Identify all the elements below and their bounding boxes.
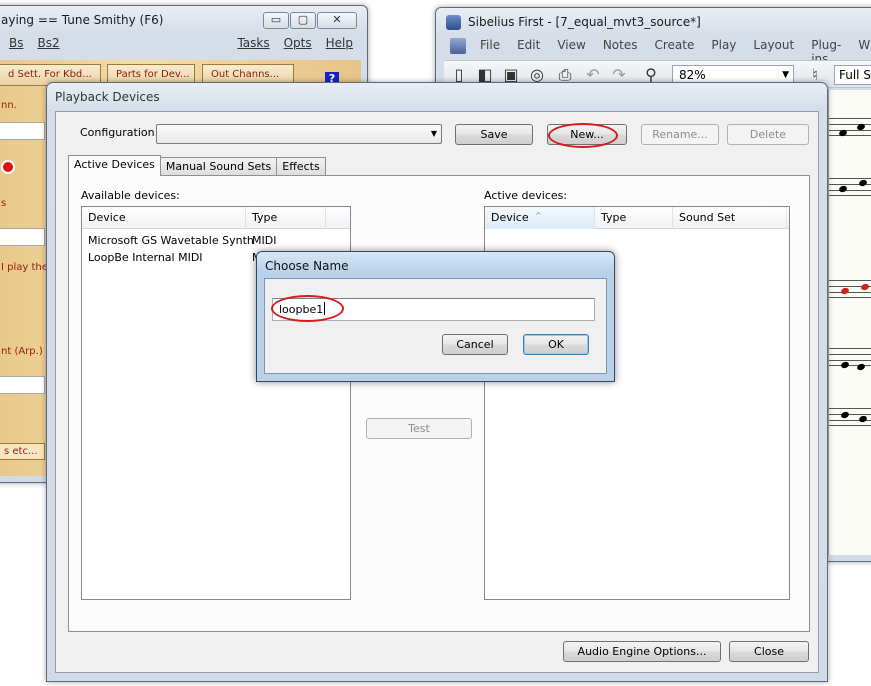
record-indicator-icon [1,160,15,174]
etc-button[interactable]: s etc... [0,443,45,460]
maximize-icon[interactable]: ▢ [290,12,316,29]
test-button[interactable]: Test [366,418,472,439]
column-device[interactable]: Device [82,207,246,229]
name-input[interactable]: loopbe1 [272,298,595,321]
close-icon[interactable]: ✕ [317,12,357,29]
menu-bs[interactable]: Bs [9,36,23,56]
save-button[interactable]: Save [455,124,533,145]
menu-window[interactable]: Window [858,38,871,58]
sibelius-menubar: File Edit View Notes Create Play Layout … [444,38,871,66]
available-devices-header: Device Type [82,207,350,229]
menu-opts[interactable]: Opts [284,36,312,56]
menu-help[interactable]: Help [326,36,353,56]
menu-play[interactable]: Play [711,38,736,58]
text-caret [324,302,326,315]
list-item[interactable]: Microsoft GS Wavetable Synth MIDI [82,232,350,249]
column-sound-set[interactable]: Sound Set [673,207,787,229]
delete-button[interactable]: Delete [727,124,809,145]
active-devices-label: Active devices: [484,189,568,202]
configuration-select[interactable]: ▼ [156,124,442,144]
side-text-3: I play the [1,262,48,273]
tune-smithy-menubar: Bs Bs2 Tasks Opts Help [0,36,367,56]
menu-layout[interactable]: Layout [753,38,794,58]
tab-manual-sound-sets[interactable]: Manual Sound Sets [159,157,278,176]
available-devices-label: Available devices: [81,189,180,202]
active-devices-panel: Available devices: Device Type Microsoft… [68,175,810,632]
configuration-label: Configuration: [80,126,159,139]
tab-active-devices[interactable]: Active Devices [68,155,161,176]
score-view[interactable] [828,90,871,555]
close-button[interactable]: Close [729,641,809,662]
menu-bs2[interactable]: Bs2 [37,36,59,56]
menu-view[interactable]: View [557,38,585,58]
active-devices-header: ^ Device Type Sound Set [485,207,789,229]
column-type[interactable]: Type [595,207,673,229]
name-input-value: loopbe1 [279,303,324,316]
tab-effects[interactable]: Effects [276,157,326,176]
column-type[interactable]: Type [246,207,326,229]
side-input-2[interactable] [0,228,45,246]
device-type: MIDI [252,234,277,247]
sibelius-title: Sibelius First - [7_equal_mvt3_source*] [468,15,701,29]
side-text-2: s [1,198,7,209]
side-text-1: nn. [1,100,17,111]
menu-notes[interactable]: Notes [603,38,638,58]
note [856,362,866,372]
new-button[interactable]: New... [547,124,627,145]
device-name: Microsoft GS Wavetable Synth [88,234,254,247]
menu-tasks[interactable]: Tasks [237,36,269,56]
menu-create[interactable]: Create [655,38,695,58]
device-name: LoopBe Internal MIDI [88,251,203,264]
playback-devices-dialog[interactable]: Playback Devices Configuration: ▼ Save N… [46,82,828,682]
ok-button[interactable]: OK [523,334,589,355]
choose-name-title: Choose Name [265,259,349,273]
rename-button[interactable]: Rename... [641,124,719,145]
choose-name-client: loopbe1 Cancel OK [264,278,607,374]
playback-devices-client: Configuration: ▼ Save New... Rename... D… [55,111,819,673]
sort-ascending-icon: ^ [535,211,542,220]
playback-devices-title: Playback Devices [55,90,160,104]
side-input-1[interactable] [0,122,45,140]
zoom-value: 82% [679,68,706,82]
menu-edit[interactable]: Edit [517,38,540,58]
choose-name-dialog[interactable]: Choose Name loopbe1 Cancel OK [256,251,615,382]
column-device-label: Device [491,211,529,224]
column-device[interactable]: ^ Device [485,207,595,229]
note [840,360,850,370]
menu-plugins[interactable]: Plug-ins [811,38,841,66]
menu-file[interactable]: File [480,38,500,58]
view-mode-select[interactable]: Full Sco [834,65,871,85]
tune-smithy-menubar-right: Tasks Opts Help [237,36,367,56]
cancel-button[interactable]: Cancel [442,334,508,355]
side-input-3[interactable] [0,376,45,394]
tune-smithy-caption-buttons: ▭ ▢ ✕ [263,12,357,29]
tab-strip: Active Devices Manual Sound Sets Effects [68,155,326,176]
staff-4 [829,348,871,366]
audio-engine-options-button[interactable]: Audio Engine Options... [563,641,721,662]
minimize-icon[interactable]: ▭ [263,12,289,29]
side-text-4: nt (Arp.) [1,346,43,357]
chevron-down-icon: ▼ [430,129,437,138]
